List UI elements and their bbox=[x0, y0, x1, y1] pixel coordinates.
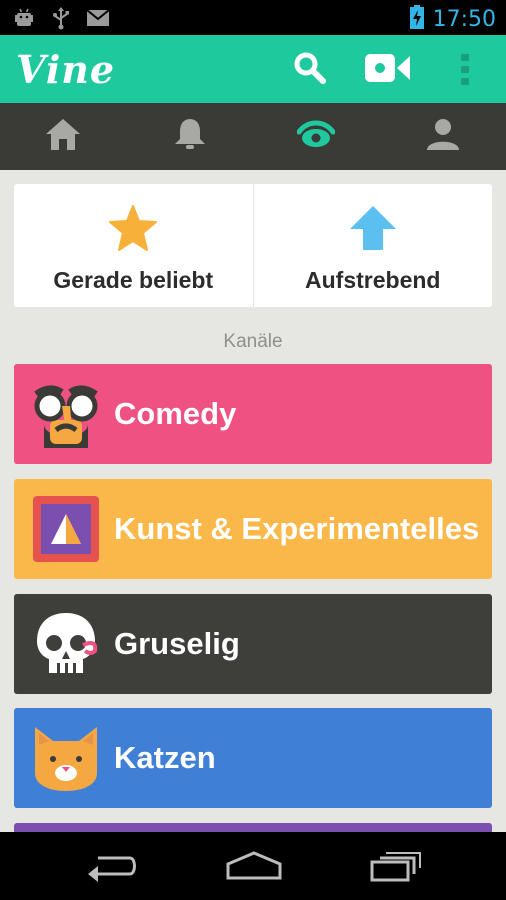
gmail-icon bbox=[86, 8, 110, 33]
tab-profile[interactable] bbox=[380, 103, 506, 170]
overflow-menu-icon[interactable] bbox=[458, 52, 472, 93]
arrow-up-icon bbox=[348, 204, 398, 257]
framed-art-icon bbox=[30, 493, 102, 565]
cat-icon bbox=[30, 722, 102, 794]
profile-icon bbox=[425, 117, 461, 156]
android-debug-icon bbox=[12, 6, 36, 35]
popular-now-label: Gerade beliebt bbox=[53, 267, 214, 293]
usb-icon bbox=[50, 6, 72, 35]
system-nav-bar bbox=[0, 832, 506, 900]
channels-heading: Kanäle bbox=[223, 331, 283, 352]
channel-art[interactable]: Kunst & Experimentelles bbox=[14, 479, 492, 579]
channel-next-partial[interactable] bbox=[14, 823, 492, 832]
app-bar: Vine bbox=[0, 35, 506, 103]
battery-charging-icon bbox=[409, 4, 425, 35]
popular-now-card[interactable]: Gerade beliebt bbox=[14, 184, 253, 307]
bell-icon bbox=[172, 117, 208, 156]
status-bar: 17:50 bbox=[0, 0, 506, 35]
tab-home[interactable] bbox=[0, 103, 127, 170]
recents-icon[interactable] bbox=[370, 850, 422, 887]
search-icon[interactable] bbox=[292, 50, 328, 91]
star-icon bbox=[108, 204, 158, 257]
channel-label: Comedy bbox=[114, 396, 237, 431]
tab-bar bbox=[0, 103, 506, 170]
rising-label: Aufstrebend bbox=[305, 267, 441, 293]
tab-notifications[interactable] bbox=[127, 103, 254, 170]
channel-scary[interactable]: Gruselig bbox=[14, 594, 492, 694]
eye-icon bbox=[296, 117, 336, 156]
channel-label: Gruselig bbox=[114, 626, 240, 661]
rising-card[interactable]: Aufstrebend bbox=[252, 184, 493, 307]
vine-logo: Vine bbox=[16, 47, 116, 92]
channel-cats[interactable]: Katzen bbox=[14, 708, 492, 808]
featured-cards: Gerade beliebt Aufstrebend bbox=[14, 184, 492, 307]
channel-comedy[interactable]: Comedy bbox=[14, 364, 492, 464]
home-nav-icon[interactable] bbox=[226, 850, 282, 887]
back-icon[interactable] bbox=[86, 850, 138, 887]
status-time: 17:50 bbox=[432, 7, 496, 32]
channel-label: Katzen bbox=[114, 740, 216, 775]
channel-label: Kunst & Experimentelles bbox=[114, 511, 480, 546]
skull-icon bbox=[30, 608, 102, 680]
groucho-glasses-icon bbox=[30, 378, 102, 450]
tab-explore[interactable] bbox=[253, 103, 380, 170]
video-camera-icon[interactable] bbox=[364, 52, 412, 89]
home-icon bbox=[45, 117, 81, 156]
